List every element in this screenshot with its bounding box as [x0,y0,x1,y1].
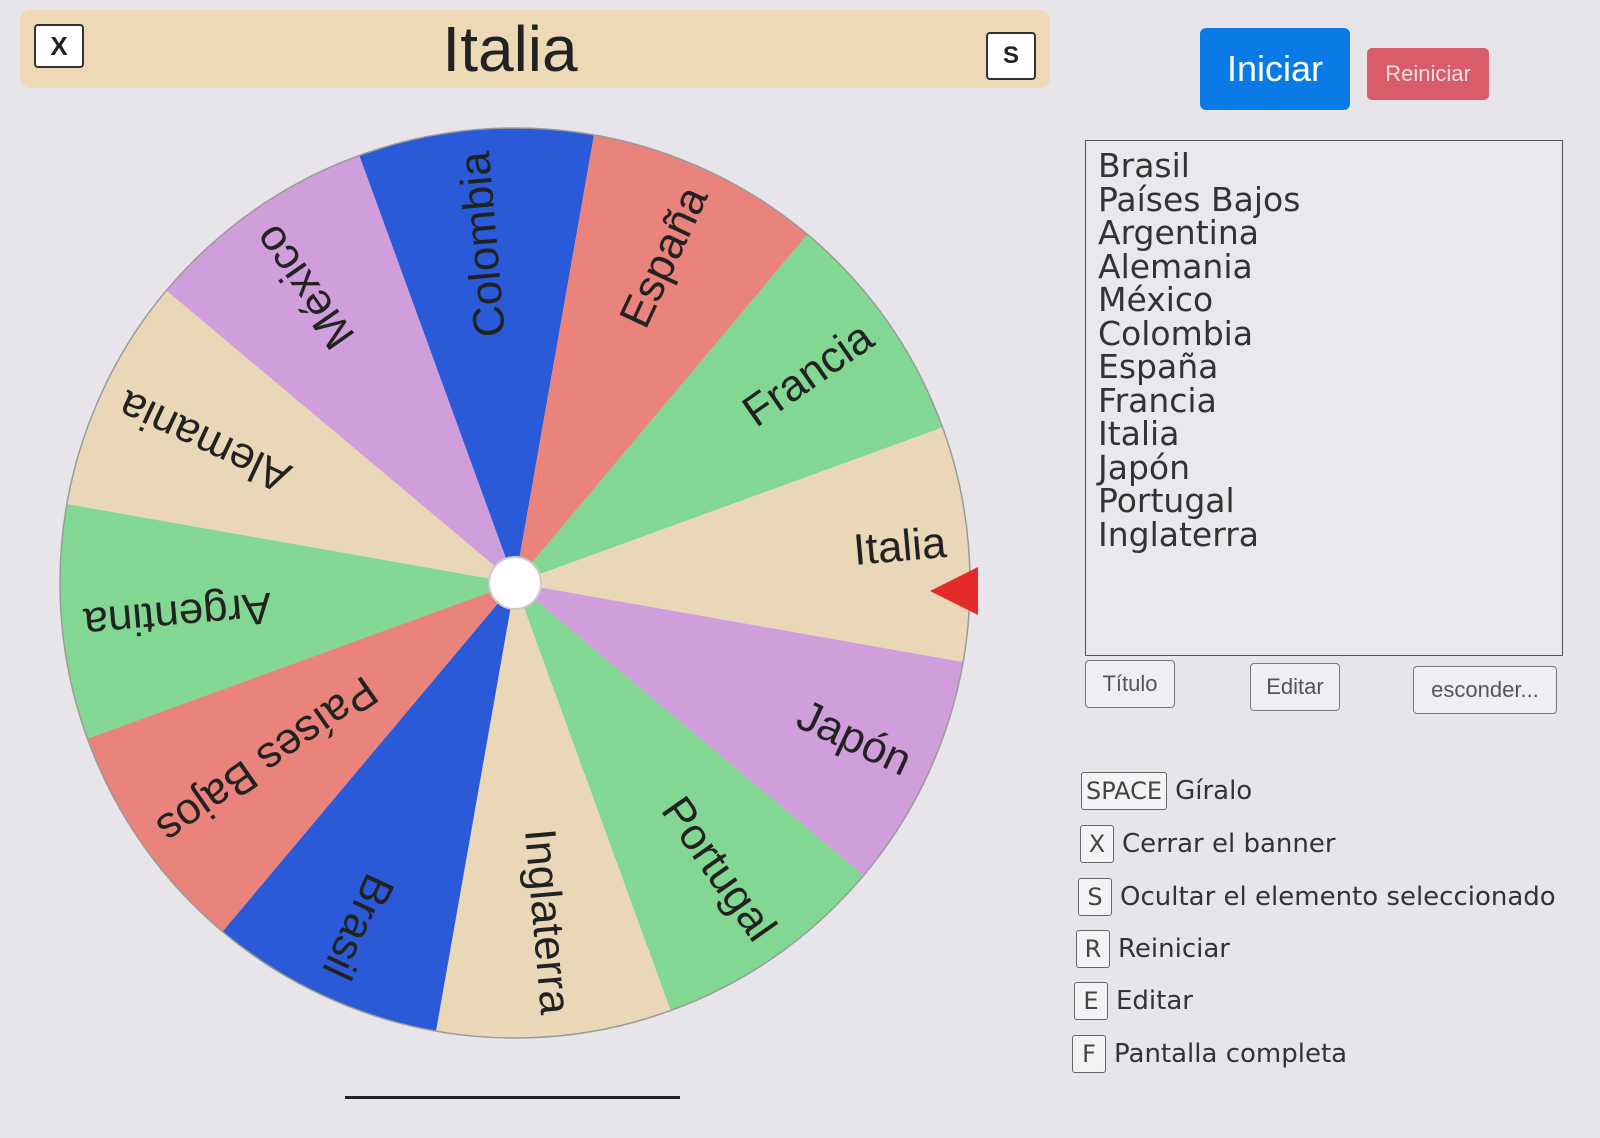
banner-title: Italia [442,13,578,85]
list-item: Brasil [1098,146,1190,185]
shortcut-edit: E Editar [1074,982,1193,1020]
shortcut-key: E [1074,982,1108,1020]
shortcut-key: S [1078,878,1112,916]
start-button[interactable]: Iniciar [1200,28,1350,110]
list-item: Argentina [1098,213,1259,252]
shortcut-label: Cerrar el banner [1122,829,1336,859]
wheel-hub [488,556,542,610]
list-item: Alemania [1098,246,1253,286]
list-item: Inglaterra [1098,514,1260,554]
shortcut-key: X [1080,825,1114,863]
shortcut-reset: R Reiniciar [1076,930,1230,968]
reset-button[interactable]: Reiniciar [1367,48,1489,100]
spin-wheel-app: X Italia S Iniciar Reiniciar Italia Japón… [0,0,1600,1138]
list-item: México [1098,280,1214,319]
list-item: Italia [1098,414,1180,453]
shortcut-close-banner: X Cerrar el banner [1080,825,1336,863]
divider [345,1096,680,1099]
list-item: España [1098,347,1219,386]
list-item: Países Bajos [1098,179,1301,219]
shortcut-spin: SPACE Gíralo [1081,772,1252,810]
hide-button[interactable]: esconder... [1413,666,1557,714]
spin-wheel[interactable]: ItaliaJapónPortugalInglaterraBrasilPaíse… [50,115,990,1055]
winner-banner: X Italia S [20,10,1050,88]
title-button[interactable]: Título [1085,660,1175,708]
shortcut-key: F [1072,1035,1106,1073]
shortcut-key: R [1076,930,1110,968]
edit-button[interactable]: Editar [1250,663,1340,711]
shortcut-label: Ocultar el elemento seleccionado [1120,882,1556,912]
shortcut-fullscreen: F Pantalla completa [1072,1035,1347,1073]
list-item: Francia [1098,380,1217,420]
shortcut-hide-selected: S Ocultar el elemento seleccionado [1078,878,1556,916]
entries-list[interactable]: Brasil Países Bajos Argentina Alemania M… [1085,140,1563,656]
list-item: Portugal [1098,481,1235,520]
shortcut-label: Editar [1116,986,1193,1016]
list-item: Colombia [1098,313,1254,353]
shortcut-label: Gíralo [1175,776,1253,806]
wheel-segment-label: Italia [851,518,948,575]
shortcut-key: SPACE [1081,772,1168,810]
list-item: Japón [1098,447,1191,487]
shortcut-label: Pantalla completa [1114,1039,1348,1069]
shortcut-label: Reiniciar [1118,934,1230,964]
hide-selected-button[interactable]: S [986,32,1036,80]
